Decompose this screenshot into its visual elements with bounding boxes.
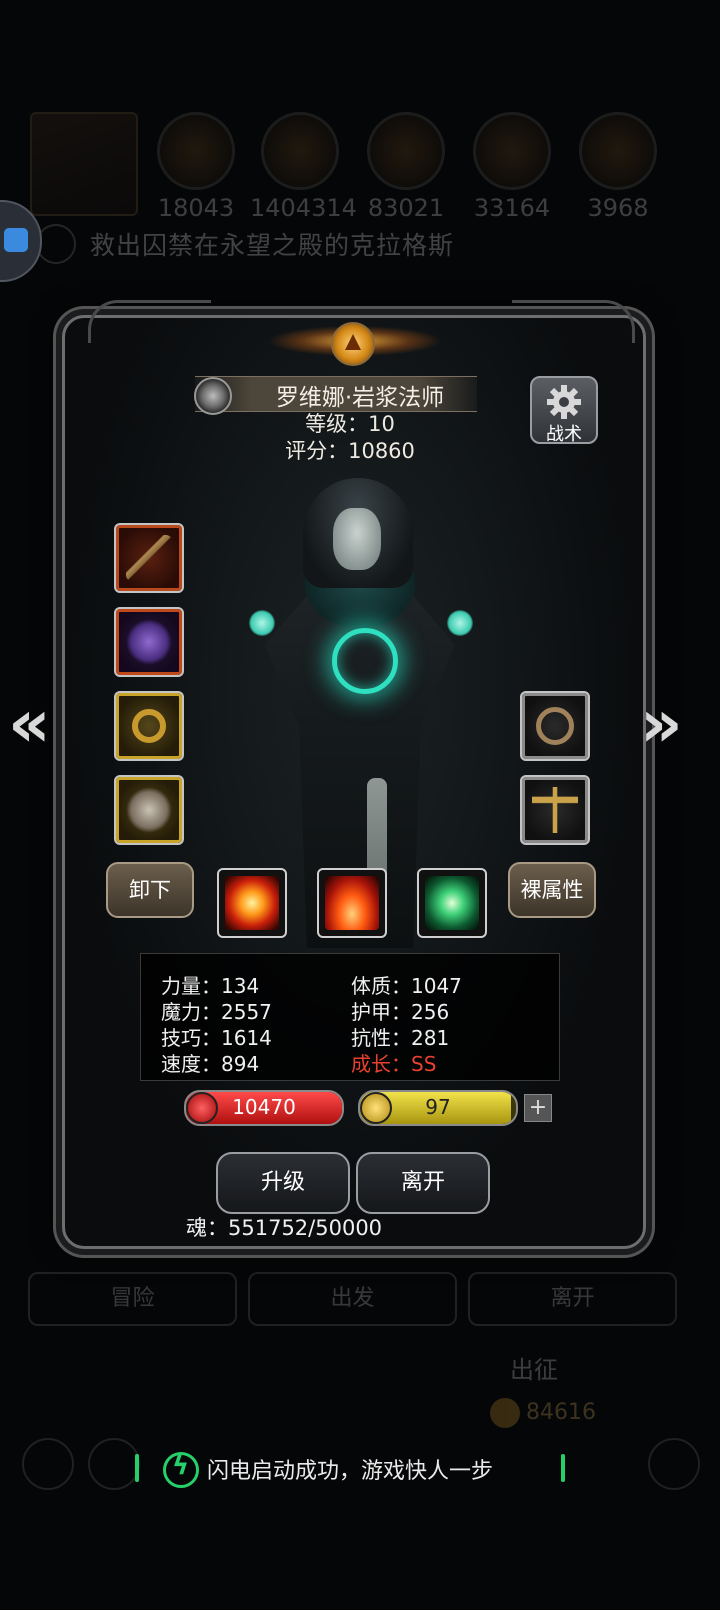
quest-icon <box>36 224 76 264</box>
crest-emblem-icon <box>331 322 375 366</box>
equip-slot-armor[interactable] <box>114 607 184 677</box>
stat-skill: 技巧：1614 <box>161 1026 272 1050</box>
bottom-menu-icon-2[interactable] <box>88 1438 140 1490</box>
soul-counter: 魂：551752/50000 <box>186 1216 383 1240</box>
relic-icon <box>126 787 172 833</box>
tactics-button[interactable]: 战术 <box>530 376 598 445</box>
resource-3-icon <box>367 112 445 190</box>
add-energy-button[interactable]: + <box>524 1094 552 1122</box>
upgrade-button[interactable]: 升级 <box>216 1152 350 1214</box>
hero-class-icon <box>194 377 232 415</box>
glowing-hand-right <box>447 610 473 636</box>
hero-score: 评分：10860 <box>285 439 415 463</box>
toast-text: 闪电启动成功，游戏快人一步 <box>207 1459 494 1484</box>
resource-slot-4[interactable]: 33164 <box>472 112 552 222</box>
frame-ornament-left <box>88 300 211 343</box>
flame-skill-icon <box>325 876 379 930</box>
resource-3-value: 83021 <box>367 194 445 222</box>
equip-slot-accessory[interactable] <box>114 775 184 845</box>
stat-speed: 速度：894 <box>161 1052 260 1076</box>
gold-icon <box>490 1398 520 1428</box>
equip-slot-weapon[interactable] <box>114 523 184 593</box>
next-hero-arrow-icon[interactable]: » <box>640 685 683 762</box>
bottom-menu-icon-1[interactable] <box>22 1438 74 1490</box>
glowing-hand-left <box>249 610 275 636</box>
resource-slot-2[interactable]: 1404314 <box>250 112 357 222</box>
player-portrait[interactable] <box>30 112 138 216</box>
lightning-icon <box>163 1451 199 1488</box>
stat-magic: 魔力：2557 <box>161 1000 272 1024</box>
ring-icon <box>132 709 166 743</box>
hero-face <box>333 508 381 570</box>
resource-slot-3[interactable]: 83021 <box>366 112 446 222</box>
hero-name: 罗维娜·岩浆法师 <box>275 385 445 411</box>
quest-text[interactable]: 救出囚禁在永望之殿的克拉格斯 <box>90 226 454 262</box>
hero-level: 等级：10 <box>305 412 395 436</box>
stats-panel: 力量：134 体质：1047 魔力：2557 护甲：256 技巧：1614 抗性… <box>140 953 560 1081</box>
tab-leave[interactable]: 离开 <box>468 1272 677 1326</box>
equip-slot-ring[interactable] <box>114 691 184 761</box>
stat-growth: 成长：SS <box>351 1052 437 1076</box>
stat-resistance: 抗性：281 <box>351 1026 450 1050</box>
resource-1-icon <box>157 112 235 190</box>
prev-hero-arrow-icon[interactable]: « <box>8 685 51 762</box>
resource-1-value: 18043 <box>157 194 235 222</box>
amulet-icon <box>532 787 578 833</box>
dispatch-label[interactable]: 出征 <box>510 1350 558 1385</box>
resource-4-icon <box>473 112 551 190</box>
launch-toast: 闪电启动成功，游戏快人一步 <box>135 1450 567 1488</box>
resource-slot-1[interactable]: 18043 <box>156 112 236 222</box>
toast-accent-left <box>135 1454 139 1482</box>
toast-accent-right <box>561 1454 565 1482</box>
bottom-menu-icon-3[interactable] <box>648 1438 700 1490</box>
resource-5-icon <box>579 112 657 190</box>
fire-burst-skill-icon <box>225 876 279 930</box>
magic-orb <box>332 628 398 694</box>
gold-display: 84616 <box>490 1398 596 1428</box>
bare-attributes-button[interactable]: 裸属性 <box>508 862 596 918</box>
armor-icon <box>126 619 172 665</box>
skill-slot-1[interactable] <box>217 868 287 938</box>
equip-slot-amulet[interactable] <box>520 775 590 845</box>
resource-2-value: 1404314 <box>250 194 357 222</box>
leave-button[interactable]: 离开 <box>356 1152 490 1214</box>
stat-constitution: 体质：1047 <box>351 974 462 998</box>
assistant-icon <box>4 228 28 252</box>
stat-armor: 护甲：256 <box>351 1000 450 1024</box>
gear-icon <box>547 385 581 419</box>
skill-slot-2[interactable] <box>317 868 387 938</box>
heart-icon <box>186 1092 218 1124</box>
resource-4-value: 33164 <box>473 194 551 222</box>
tactics-label: 战术 <box>546 424 582 445</box>
staff-icon <box>126 535 172 581</box>
tab-depart[interactable]: 出发 <box>248 1272 457 1326</box>
nature-skill-icon <box>425 876 479 930</box>
resource-slot-5[interactable]: 3968 <box>578 112 658 222</box>
stat-strength: 力量：134 <box>161 974 260 998</box>
skill-slot-3[interactable] <box>417 868 487 938</box>
unequip-button[interactable]: 卸下 <box>106 862 194 918</box>
frame-ornament-right <box>512 300 635 343</box>
bracers-icon <box>536 707 574 745</box>
lightning-icon <box>360 1092 392 1124</box>
equip-slot-bracers[interactable] <box>520 691 590 761</box>
resource-2-icon <box>261 112 339 190</box>
tab-adventure[interactable]: 冒险 <box>28 1272 237 1326</box>
gold-amount: 84616 <box>526 1400 596 1425</box>
resource-5-value: 3968 <box>587 194 649 222</box>
